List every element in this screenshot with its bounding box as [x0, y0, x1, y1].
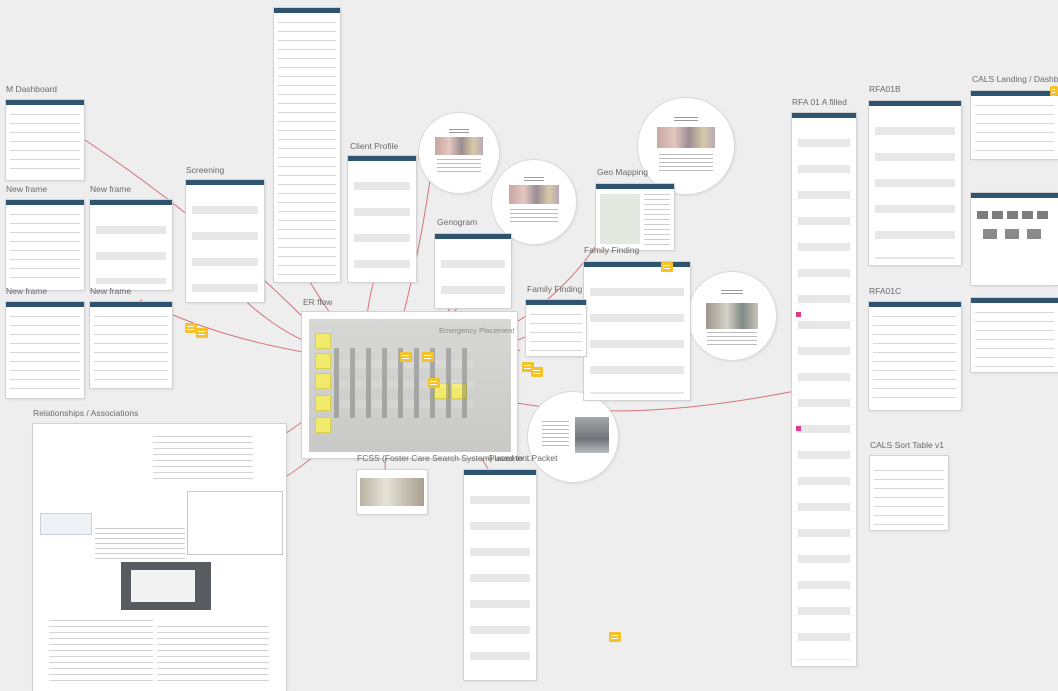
frame-family-finding-1[interactable]: [584, 262, 690, 400]
frame-relationships[interactable]: [33, 424, 286, 691]
association-modal[interactable]: [121, 562, 211, 610]
label-rfa01b: RFA01B: [869, 84, 901, 94]
label-client-profile: Client Profile: [350, 141, 399, 151]
frame-new-frame-3[interactable]: [6, 302, 84, 398]
label-emergency-placement: Emergency Placement: [439, 326, 515, 335]
flow-sticky-note[interactable]: [316, 418, 330, 432]
frame-client-profile[interactable]: [348, 156, 416, 282]
label-relationships: Relationships / Associations: [33, 408, 139, 418]
page-marker: [796, 426, 801, 431]
label-er-flow: ER flow: [303, 297, 333, 307]
page-marker: [796, 312, 801, 317]
frame-new-frame-1[interactable]: [6, 200, 84, 290]
label-rfa01c: RFA01C: [869, 286, 902, 296]
frame-family-finding-2[interactable]: [526, 300, 586, 356]
frame-rfa01-filled[interactable]: [792, 113, 856, 666]
relationship-table: [153, 436, 253, 482]
flow-sticky-note[interactable]: [316, 334, 330, 348]
sticky-note-icon[interactable]: [531, 367, 543, 377]
label-geo-mapping: Geo Mapping: [597, 167, 649, 177]
label-cals-landing: CALS Landing / Dashboa: [972, 74, 1058, 84]
frame-rfa01c[interactable]: [869, 302, 961, 410]
sticky-note-icon[interactable]: [661, 262, 673, 272]
whiteboard-canvas[interactable]: M Dashboard New frame New frame New fram…: [0, 0, 1058, 691]
label-new-frame-2: New frame: [90, 184, 132, 194]
label-rfa01-filled: RFA 01 A filled: [792, 97, 847, 107]
frame-new-frame-4[interactable]: [90, 302, 172, 388]
frame-m-dashboard[interactable]: [6, 100, 84, 180]
sticky-note-icon[interactable]: [428, 378, 440, 388]
label-genogram: Genogram: [437, 217, 478, 227]
frame-cals-landing-2[interactable]: [971, 193, 1058, 285]
label-screening: Screening: [186, 165, 225, 175]
frame-geo-mapping[interactable]: [596, 184, 674, 250]
label-new-frame-4: New frame: [90, 286, 132, 296]
flow-sticky-note[interactable]: [316, 354, 330, 368]
flow-sticky-note[interactable]: [316, 374, 330, 388]
frame-fcss[interactable]: [357, 470, 427, 514]
association-dialog[interactable]: [188, 492, 282, 554]
research-findings-circle-5[interactable]: [528, 392, 618, 482]
label-placement-packet: Placement Packet: [489, 453, 558, 463]
research-findings-circle-1[interactable]: [419, 113, 499, 193]
sticky-note-icon[interactable]: [400, 352, 412, 362]
sticky-note-icon[interactable]: [422, 352, 434, 362]
list-view-2: [157, 626, 269, 686]
frame-placement-packet[interactable]: [464, 470, 536, 680]
sticky-note-icon[interactable]: [1050, 86, 1058, 96]
association-card[interactable]: [41, 514, 91, 534]
research-findings-circle-4[interactable]: [688, 272, 776, 360]
frame-cals-landing-1[interactable]: [971, 91, 1058, 159]
frame-new-frame-2[interactable]: [90, 200, 172, 290]
list-view-1: [49, 620, 153, 686]
label-family-finding-1: Family Finding: [584, 245, 640, 255]
label-cals-sort: CALS Sort Table v1: [870, 440, 945, 450]
label-m-dashboard: M Dashboard: [6, 84, 58, 94]
sticky-note-icon[interactable]: [609, 632, 621, 642]
label-family-finding-2: Family Finding: [527, 284, 583, 294]
frame-case-timeline[interactable]: [274, 8, 340, 282]
frame-genogram[interactable]: [435, 234, 511, 308]
research-findings-circle-3[interactable]: [638, 98, 734, 194]
frame-cals-landing-3[interactable]: [971, 298, 1058, 372]
sticky-note-icon[interactable]: [196, 328, 208, 338]
label-new-frame-3: New frame: [6, 286, 48, 296]
research-findings-circle-2[interactable]: [492, 160, 576, 244]
label-new-frame-1: New frame: [6, 184, 48, 194]
frame-screening[interactable]: [186, 180, 264, 302]
frame-cals-sort[interactable]: [870, 456, 948, 530]
flow-sticky-note[interactable]: [316, 396, 330, 410]
frame-er-flow[interactable]: Emergency Placement: [302, 312, 517, 458]
frame-rfa01b[interactable]: [869, 101, 961, 265]
association-table: [95, 528, 185, 562]
